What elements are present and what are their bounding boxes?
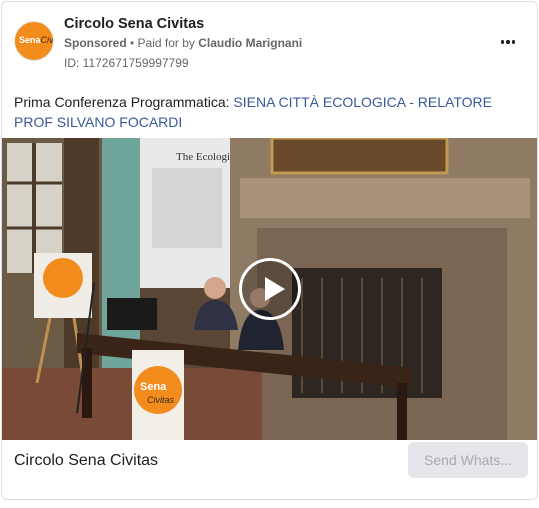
page-name[interactable]: Circolo Sena Civitas [64,16,204,32]
projector-text: The Ecologist [176,151,237,163]
post-text: Prima Conferenza Programmatica: SIENA CI… [14,92,529,132]
banner-text-1: Sena [140,381,167,393]
more-options-icon[interactable] [496,32,520,52]
avatar-logo-text: SenaCivitas [19,35,54,45]
ad-id: ID: 1172671759997799 [64,56,189,70]
ad-card: SenaCivitas Circolo Sena Civitas Sponsor… [1,1,538,500]
send-whatsapp-button[interactable]: Send Whats... [408,442,528,478]
paid-for-prefix: Paid for by [137,36,199,50]
banner-text-2: Civitas [147,395,175,405]
sponsored-line: Sponsored • Paid for by Claudio Marignan… [64,36,302,50]
payer-name: Claudio Marignani [198,36,303,50]
post-text-prefix: Prima Conferenza Programmatica: [14,94,234,110]
footer-advertiser-name: Circolo Sena Civitas [14,452,159,469]
separator: • [126,36,138,50]
video-thumbnail[interactable]: The Ecologist Sena Civitas [2,138,537,440]
play-icon[interactable] [239,258,301,320]
avatar[interactable]: SenaCivitas [14,21,54,61]
sponsored-label: Sponsored [64,36,127,50]
